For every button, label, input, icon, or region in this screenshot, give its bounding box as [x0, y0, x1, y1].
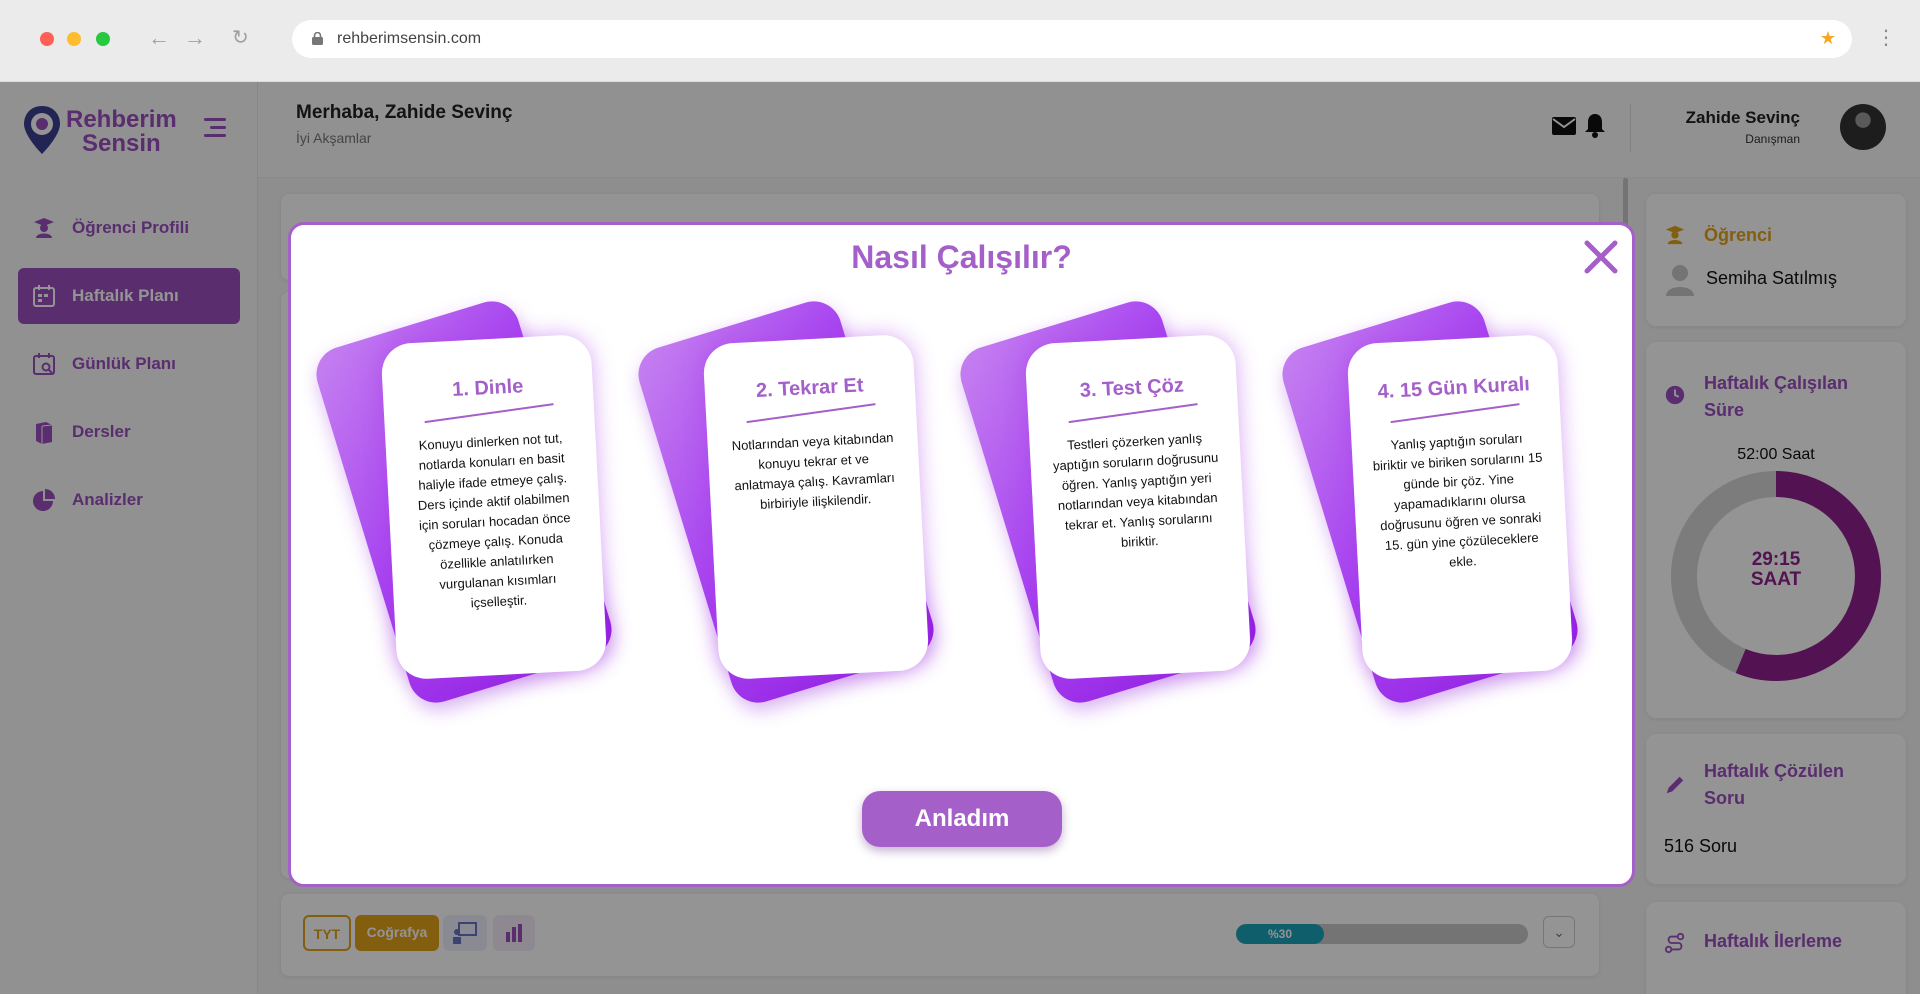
step-card: 1. Dinle Konuyu dinlerken not tut, notla…	[309, 294, 619, 715]
window-minimize-button[interactable]	[67, 32, 81, 46]
step-card-title: 1. Dinle	[451, 375, 524, 402]
url-text: rehberimsensin.com	[337, 30, 482, 47]
modal-title: Nasıl Çalışılır?	[851, 239, 1072, 275]
step-card-text: Yanlış yaptığın soruları biriktir ve bir…	[1372, 430, 1543, 570]
lock-icon	[312, 32, 323, 45]
step-card-title: 3. Test Çöz	[1079, 374, 1185, 402]
step-card-title: 4. 15 Gün Kuralı	[1377, 373, 1531, 404]
window-maximize-button[interactable]	[96, 32, 110, 46]
bookmark-star-icon[interactable]: ★	[1820, 28, 1836, 49]
card-front: 3. Test Çöz Testleri çözerken yanlış yap…	[1024, 333, 1252, 681]
how-to-study-modal: Nasıl Çalışılır? 1. Dinle Konuyu dinlerk…	[288, 222, 1635, 887]
step-card-title: 2. Tekrar Et	[755, 374, 865, 402]
step-card-text: Testleri çözerken yanlış yaptığın sorula…	[1052, 430, 1219, 550]
card-divider	[424, 403, 554, 424]
address-bar[interactable]: rehberimsensin.com ★	[292, 20, 1852, 58]
back-arrow-icon[interactable]: ←	[148, 24, 170, 52]
step-card: 3. Test Çöz Testleri çözerken yanlış yap…	[953, 294, 1263, 715]
forward-arrow-icon[interactable]: →	[184, 24, 206, 52]
card-divider	[746, 403, 876, 424]
card-front: 1. Dinle Konuyu dinlerken not tut, notla…	[380, 333, 608, 681]
browser-chrome: ← → ↻ rehberimsensin.com ★ ⋮	[0, 0, 1920, 82]
step-card: 2. Tekrar Et Notlarından veya kitabından…	[631, 294, 941, 715]
understood-button[interactable]: Anladım	[862, 791, 1062, 847]
card-front: 2. Tekrar Et Notlarından veya kitabından…	[702, 333, 930, 681]
step-card-text: Notlarından veya kitabından konuyu tekra…	[731, 429, 896, 512]
card-divider	[1068, 403, 1198, 424]
browser-menu-icon[interactable]: ⋮	[1876, 26, 1896, 50]
reload-icon[interactable]: ↻	[232, 24, 249, 52]
card-divider	[1390, 403, 1520, 424]
step-card: 4. 15 Gün Kuralı Yanlış yaptığın sorular…	[1275, 294, 1585, 715]
window-close-button[interactable]	[40, 32, 54, 46]
card-front: 4. 15 Gün Kuralı Yanlış yaptığın sorular…	[1346, 333, 1574, 681]
close-icon[interactable]	[1583, 239, 1619, 275]
step-card-text: Konuyu dinlerken not tut, notlarda konul…	[417, 430, 571, 611]
